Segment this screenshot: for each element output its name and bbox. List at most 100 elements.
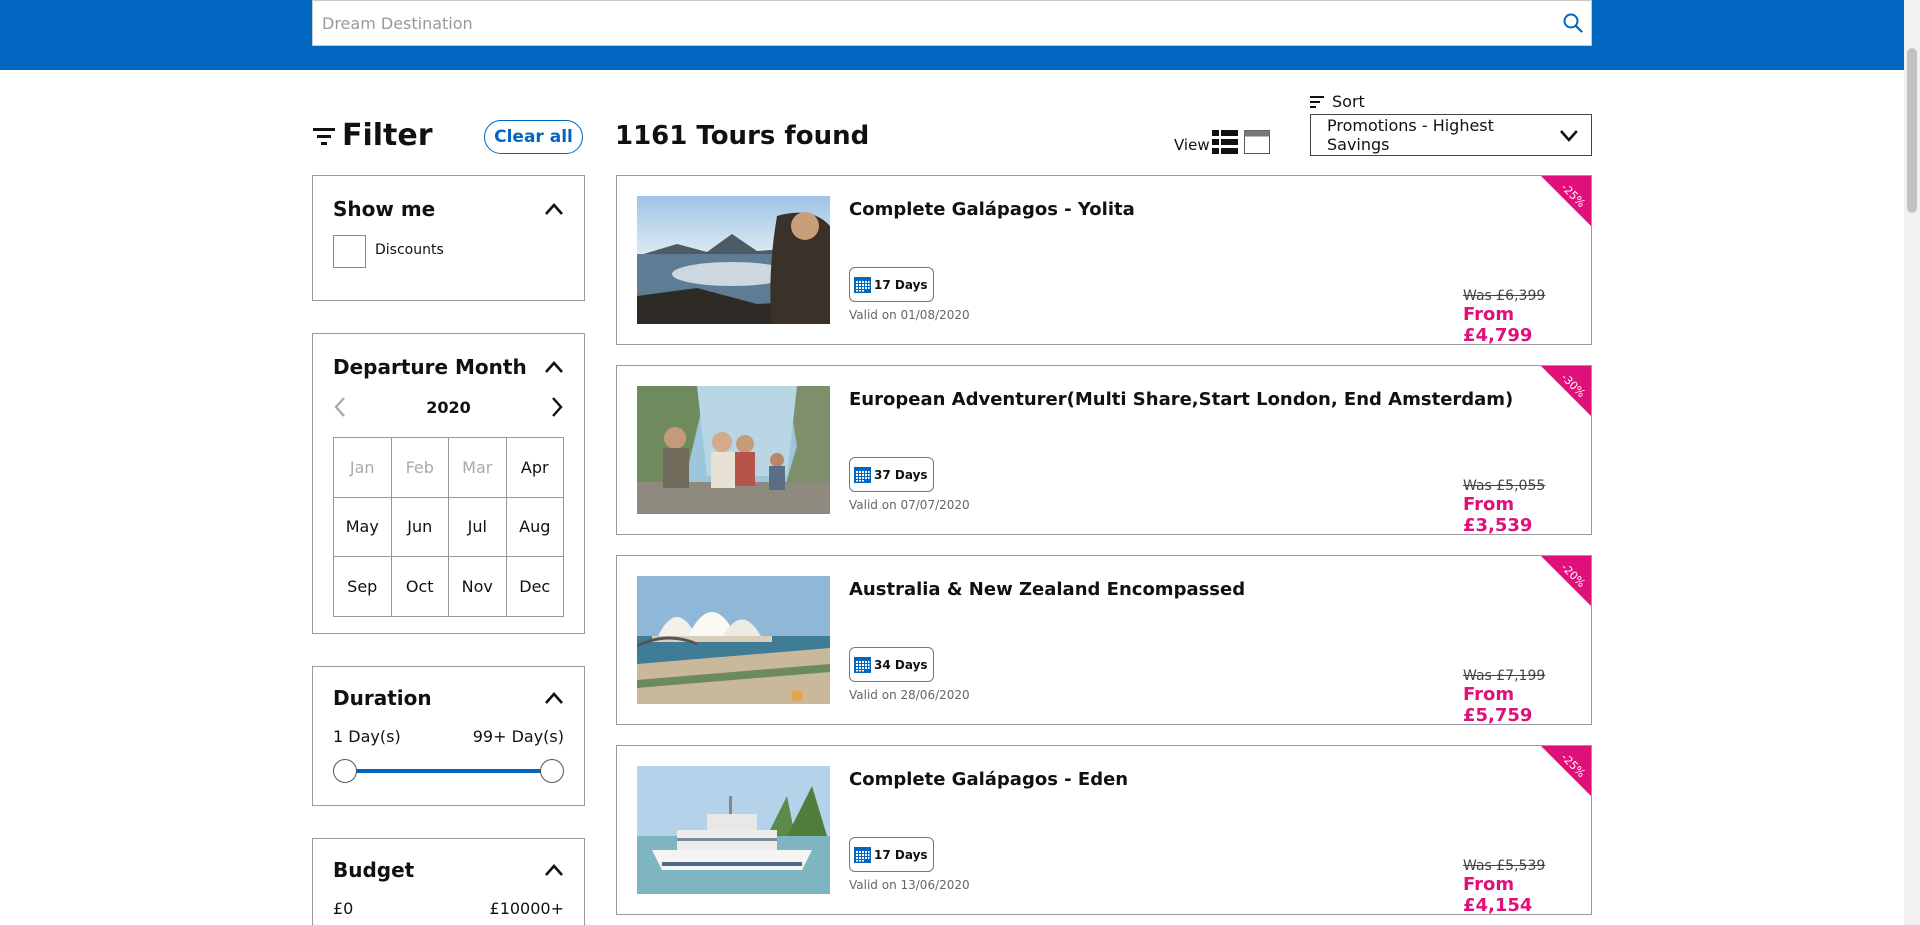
duration-header[interactable]: Duration — [333, 686, 564, 710]
duration-range-labels: 1 Day(s) 99+ Day(s) — [333, 727, 564, 746]
discount-ribbon: -25% — [1541, 176, 1591, 226]
filter-heading: Filter — [312, 118, 433, 153]
search-input[interactable] — [313, 1, 1555, 45]
chevron-down-icon — [1560, 130, 1578, 142]
month-cell-dec[interactable]: Dec — [506, 557, 564, 617]
duration-badge: 17 Days — [849, 837, 934, 872]
tour-price: From £4,154 — [1463, 874, 1533, 915]
discounts-checkbox[interactable] — [333, 235, 366, 268]
tour-price: From £4,799 — [1463, 304, 1533, 345]
tour-was-price: Was £6,399 — [1463, 288, 1546, 304]
sort-label: Sort — [1332, 92, 1365, 111]
page-scrollbar[interactable] — [1904, 0, 1920, 925]
search-button[interactable] — [1555, 1, 1591, 45]
list-view-icon[interactable] — [1212, 130, 1238, 154]
tour-title[interactable]: Australia & New Zealand Encompassed — [849, 579, 1245, 600]
tour-title[interactable]: European Adventurer(Multi Share,Start Lo… — [849, 389, 1513, 410]
duration-max-handle[interactable] — [540, 759, 564, 783]
search-box — [312, 0, 1592, 46]
tour-price: From £3,539 — [1463, 494, 1533, 535]
discount-ribbon: -20% — [1541, 556, 1591, 606]
month-cell-jun[interactable]: Jun — [391, 497, 449, 558]
tour-card[interactable]: Australia & New Zealand Encompassed 34 Da… — [616, 555, 1592, 725]
tour-was-price: Was £5,539 — [1463, 858, 1546, 874]
tour-image[interactable] — [637, 766, 830, 894]
month-cell-may[interactable]: May — [334, 497, 392, 558]
clear-all-button[interactable]: Clear all — [484, 120, 583, 154]
tour-card[interactable]: Complete Galápagos - Eden 17 Days Valid on… — [616, 745, 1592, 915]
duration-badge: 37 Days — [849, 457, 934, 492]
tour-days: 34 Days — [874, 657, 928, 672]
chevron-up-icon[interactable] — [544, 360, 564, 374]
budget-min-label: £0 — [333, 899, 354, 918]
duration-badge: 17 Days — [849, 267, 934, 302]
chevron-left-icon[interactable] — [333, 396, 347, 418]
tour-title[interactable]: Complete Galápagos - Yolita — [849, 199, 1135, 220]
month-cell-aug[interactable]: Aug — [506, 497, 564, 558]
sort-heading: Sort — [1310, 92, 1365, 111]
duration-slider-track[interactable] — [346, 769, 552, 773]
tour-image[interactable] — [637, 196, 830, 324]
duration-panel: Duration 1 Day(s) 99+ Day(s) — [312, 666, 585, 806]
budget-title: Budget — [333, 858, 415, 882]
tour-title[interactable]: Complete Galápagos - Eden — [849, 769, 1128, 790]
month-cell-feb: Feb — [391, 438, 449, 498]
tour-was-price: Was £5,055 — [1463, 478, 1546, 494]
chevron-right-icon[interactable] — [550, 396, 564, 418]
sort-dropdown[interactable]: Promotions - Highest Savings — [1310, 114, 1592, 156]
duration-badge: 34 Days — [849, 647, 934, 682]
tour-image[interactable] — [637, 386, 830, 514]
budget-range-labels: £0 £10000+ — [333, 899, 564, 918]
show-me-header[interactable]: Show me — [333, 197, 564, 221]
departure-month-panel: Departure Month 2020 Jan Feb Mar Apr May Jun J… — [312, 333, 585, 634]
discount-ribbon: -30% — [1541, 366, 1591, 416]
tour-card[interactable]: Complete Galápagos - Yolita 17 Days Valid … — [616, 175, 1592, 345]
tour-days: 17 Days — [874, 847, 928, 862]
duration-min-label: 1 Day(s) — [333, 727, 401, 746]
calendar-icon — [854, 467, 871, 483]
month-cell-mar: Mar — [449, 438, 507, 498]
view-label: View — [1174, 136, 1210, 154]
filter-icon — [313, 127, 335, 145]
show-me-title: Show me — [333, 197, 436, 221]
month-cell-jul[interactable]: Jul — [449, 497, 507, 558]
budget-max-label: £10000+ — [489, 899, 564, 918]
tour-price: From £5,759 — [1463, 684, 1533, 725]
tour-was-price: Was £7,199 — [1463, 668, 1546, 684]
tour-days: 17 Days — [874, 277, 928, 292]
results-count: 1161 Tours found — [615, 121, 870, 151]
chevron-up-icon[interactable] — [544, 863, 564, 877]
tour-image[interactable] — [637, 576, 830, 704]
duration-max-label: 99+ Day(s) — [472, 727, 564, 746]
duration-title: Duration — [333, 686, 432, 710]
chevron-up-icon[interactable] — [544, 691, 564, 705]
filter-title: Filter — [342, 118, 433, 153]
month-cell-oct[interactable]: Oct — [391, 557, 449, 617]
scrollbar-thumb[interactable] — [1907, 48, 1917, 213]
show-me-panel: Show me Discounts — [312, 175, 585, 301]
tour-valid-date: Valid on 07/07/2020 — [849, 498, 970, 512]
month-grid: Jan Feb Mar Apr May Jun Jul Aug Sep Oct Nov Dec — [333, 437, 564, 617]
tour-valid-date: Valid on 13/06/2020 — [849, 878, 970, 892]
departure-month-title: Departure Month — [333, 355, 527, 379]
search-icon — [1563, 13, 1583, 33]
month-cell-jan: Jan — [334, 438, 392, 498]
tour-days: 37 Days — [874, 467, 928, 482]
tour-valid-date: Valid on 01/08/2020 — [849, 308, 970, 322]
month-cell-nov[interactable]: Nov — [449, 557, 507, 617]
calendar-icon — [854, 657, 871, 673]
budget-panel: Budget £0 £10000+ — [312, 838, 585, 925]
month-cell-apr[interactable]: Apr — [506, 438, 564, 498]
duration-min-handle[interactable] — [333, 759, 357, 783]
chevron-up-icon[interactable] — [544, 202, 564, 216]
sort-icon — [1310, 96, 1324, 108]
tour-card[interactable]: European Adventurer(Multi Share,Start Lo… — [616, 365, 1592, 535]
departure-month-header[interactable]: Departure Month — [333, 355, 564, 379]
year-label: 2020 — [426, 397, 471, 417]
month-cell-sep[interactable]: Sep — [334, 557, 392, 617]
calendar-icon — [854, 847, 871, 863]
grid-view-icon[interactable] — [1244, 130, 1270, 154]
budget-header[interactable]: Budget — [333, 858, 564, 882]
header-bar — [0, 0, 1904, 70]
discount-ribbon: -25% — [1541, 746, 1591, 796]
